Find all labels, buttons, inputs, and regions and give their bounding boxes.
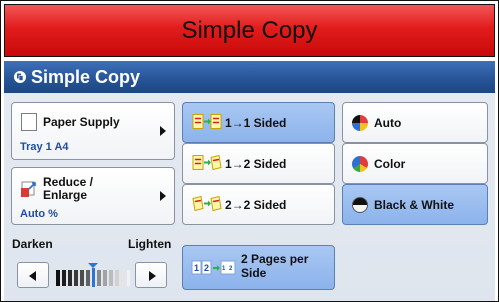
window-frame: Simple Copy Simple Copy Paper Supply Tra… (0, 0, 499, 302)
paper-checkbox-icon (21, 113, 37, 131)
color-auto-label: Auto (374, 115, 402, 130)
reduce-enlarge-button[interactable]: Reduce / Enlarge Auto % (11, 167, 175, 225)
paper-supply-value: Tray 1 A4 (20, 141, 69, 153)
pages-per-side-label: 2 Pages per Side (241, 252, 308, 280)
svg-text:1: 1 (194, 263, 199, 273)
sided-1-1-button[interactable]: 1→1 Sided (182, 102, 335, 143)
sided-1-1-label: 1→1 Sided (225, 115, 287, 130)
lighten-button[interactable] (135, 262, 167, 288)
color-wheel-icon (352, 155, 368, 172)
banner-title: Simple Copy (181, 16, 318, 44)
pages-per-side-button[interactable]: 1 2 1 2 2 Pages per Side (182, 245, 335, 290)
pages-label-line2: Side (241, 266, 267, 280)
auto-color-icon (352, 114, 368, 131)
darken-label: Darken (12, 237, 53, 251)
darken-button[interactable] (17, 262, 49, 288)
lighten-label: Lighten (128, 237, 172, 251)
paper-supply-label: Paper Supply (43, 115, 120, 129)
panel-header: Simple Copy (4, 61, 495, 93)
pages-per-side-icon: 1 2 1 2 (191, 259, 237, 280)
color-auto-button[interactable]: Auto (342, 102, 488, 143)
color-color-button[interactable]: Color (342, 143, 488, 184)
color-color-label: Color (374, 156, 406, 171)
reduce-enlarge-label: Reduce / Enlarge (43, 176, 93, 202)
one-to-two-sided-icon (192, 154, 222, 173)
title-banner: Simple Copy (4, 4, 495, 57)
reduce-label-line1: Reduce / (43, 175, 94, 189)
reduce-label-line2: Enlarge (43, 188, 88, 202)
pages-label-line1: 2 Pages per (241, 252, 309, 266)
sided-1-2-button[interactable]: 1→2 Sided (182, 143, 335, 184)
color-bw-label: Black & White (374, 197, 455, 212)
black-white-icon (352, 196, 368, 213)
reduce-enlarge-value: Auto % (20, 208, 58, 220)
sided-1-2-label: 1→2 Sided (225, 156, 287, 171)
simple-copy-panel: Simple Copy Paper Supply Tray 1 A4 Reduc… (4, 61, 495, 301)
two-to-two-sided-icon (192, 195, 222, 214)
arrow-left-icon (29, 271, 36, 281)
color-bw-button[interactable]: Black & White (342, 184, 488, 225)
chevron-right-icon (160, 126, 166, 136)
paper-supply-button[interactable]: Paper Supply Tray 1 A4 (11, 102, 175, 160)
copy-icon (14, 71, 26, 83)
arrow-right-icon (149, 271, 156, 281)
one-to-one-sided-icon (192, 113, 222, 132)
panel-title: Simple Copy (31, 66, 141, 87)
reduce-enlarge-icon (20, 180, 38, 201)
sided-2-2-button[interactable]: 2→2 Sided (182, 184, 335, 225)
svg-text:2: 2 (204, 263, 209, 273)
sided-2-2-label: 2→2 Sided (225, 197, 287, 212)
density-slider[interactable] (54, 262, 132, 288)
chevron-right-icon (160, 191, 166, 201)
